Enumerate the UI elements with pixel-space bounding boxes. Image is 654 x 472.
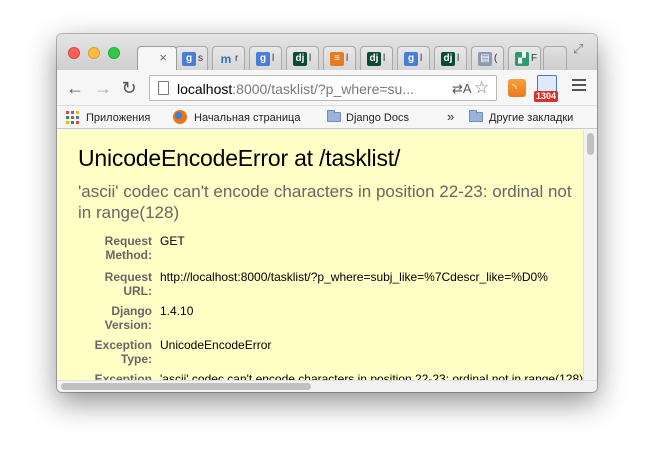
tab-strip: × g s m r g l dj l ≡ l dj l g l dj l ▤ (… xyxy=(57,34,597,70)
google-icon: g xyxy=(404,52,418,66)
forward-button[interactable]: → xyxy=(93,78,113,98)
tab-stackoverflow[interactable]: ≡ l xyxy=(323,46,356,70)
back-button[interactable]: ← xyxy=(65,78,85,98)
rss-icon[interactable]: ◝ xyxy=(508,79,526,97)
apps-icon xyxy=(66,111,79,124)
close-window-button[interactable] xyxy=(68,47,80,59)
address-bar[interactable]: localhost:8000/tasklist/?p_where=su... ⇄… xyxy=(149,75,497,101)
tab-document[interactable]: ▤ ( xyxy=(471,46,504,70)
stackoverflow-icon: ≡ xyxy=(330,52,344,66)
extension-badge: 1304 xyxy=(534,91,559,102)
more-bookmarks-button[interactable]: » xyxy=(447,109,454,125)
tab-google-2[interactable]: g l xyxy=(249,46,282,70)
tab-title: r xyxy=(235,53,239,64)
tab-title: l xyxy=(420,53,423,64)
close-tab-icon[interactable]: × xyxy=(159,50,167,65)
google-icon: g xyxy=(256,52,270,66)
toolbar: ← → ↻ localhost:8000/tasklist/?p_where=s… xyxy=(57,70,597,106)
meta-value: 1.4.10 xyxy=(160,304,194,318)
meta-key: Exception Type: xyxy=(94,338,152,366)
new-tab-button[interactable] xyxy=(543,46,567,70)
tab-title: l xyxy=(346,53,349,64)
fullscreen-icon[interactable]: ⤢ xyxy=(573,42,587,56)
tab-title: ( xyxy=(494,53,498,64)
tab-title: l xyxy=(309,53,312,64)
star-icon[interactable]: ☆ xyxy=(474,78,489,98)
tab-title: l xyxy=(272,53,275,64)
m-icon: m xyxy=(220,52,232,66)
tab-django-2[interactable]: dj l xyxy=(360,46,393,70)
reload-button[interactable]: ↻ xyxy=(119,78,139,98)
meta-value: UnicodeEncodeError xyxy=(160,338,272,352)
tab-django-3[interactable]: dj l xyxy=(434,46,467,70)
error-message: 'ascii' codec can't encode characters in… xyxy=(78,182,572,222)
url-path: :8000/tasklist/?p_where=su... xyxy=(232,81,414,97)
document-icon: ▤ xyxy=(478,52,492,66)
translate-icon[interactable]: ⇄A xyxy=(452,80,472,98)
tab-title: l xyxy=(383,53,386,64)
tab-google-3[interactable]: g l xyxy=(397,46,430,70)
menu-icon[interactable] xyxy=(572,79,586,93)
tab-title: l xyxy=(457,53,460,64)
tab-title: F xyxy=(531,53,538,64)
django-icon: dj xyxy=(367,52,381,66)
bookmark-django-docs[interactable]: Django Docs xyxy=(346,110,409,126)
django-icon: dj xyxy=(293,52,307,66)
horizontal-scrollbar[interactable] xyxy=(57,380,597,392)
bookmark-home[interactable]: Начальная страница xyxy=(194,110,300,126)
bookmark-apps[interactable]: Приложения xyxy=(86,110,150,126)
url-text[interactable]: localhost:8000/tasklist/?p_where=su... xyxy=(177,80,447,98)
page-icon xyxy=(158,81,169,95)
bookmarks-bar: Приложения Начальная страница Django Doc… xyxy=(57,106,597,129)
tab-google-1[interactable]: g s xyxy=(175,46,208,70)
tab-active[interactable]: × xyxy=(137,46,177,70)
tab-django-1[interactable]: dj l xyxy=(286,46,319,70)
django-icon: dj xyxy=(441,52,455,66)
tab-title: s xyxy=(198,53,203,64)
folder-icon xyxy=(327,110,341,122)
folder-icon xyxy=(469,110,483,122)
vertical-scrollbar-thumb[interactable] xyxy=(587,133,594,155)
meta-value: http://localhost:8000/tasklist/?p_where=… xyxy=(160,270,548,284)
meta-key: Request Method: xyxy=(104,234,152,262)
browser-window: × g s m r g l dj l ≡ l dj l g l dj l ▤ (… xyxy=(57,34,597,392)
tab-image[interactable]: ▞ F xyxy=(508,46,541,70)
meta-key: Request URL: xyxy=(104,270,152,298)
tab-m[interactable]: m r xyxy=(212,46,245,70)
meta-key: Django Version: xyxy=(104,304,152,332)
minimize-window-button[interactable] xyxy=(88,47,100,59)
vertical-scrollbar[interactable] xyxy=(583,130,597,380)
bookmark-other[interactable]: Другие закладки xyxy=(489,110,573,126)
page-title: UnicodeEncodeError at /tasklist/ xyxy=(78,145,401,171)
firefox-icon xyxy=(173,110,187,124)
url-host: localhost xyxy=(177,81,233,97)
image-icon: ▞ xyxy=(515,52,529,66)
meta-value: GET xyxy=(160,234,185,248)
page-content: UnicodeEncodeError at /tasklist/ 'ascii'… xyxy=(57,130,597,392)
horizontal-scrollbar-thumb[interactable] xyxy=(61,383,311,390)
google-icon: g xyxy=(182,52,196,66)
maximize-window-button[interactable] xyxy=(108,47,120,59)
